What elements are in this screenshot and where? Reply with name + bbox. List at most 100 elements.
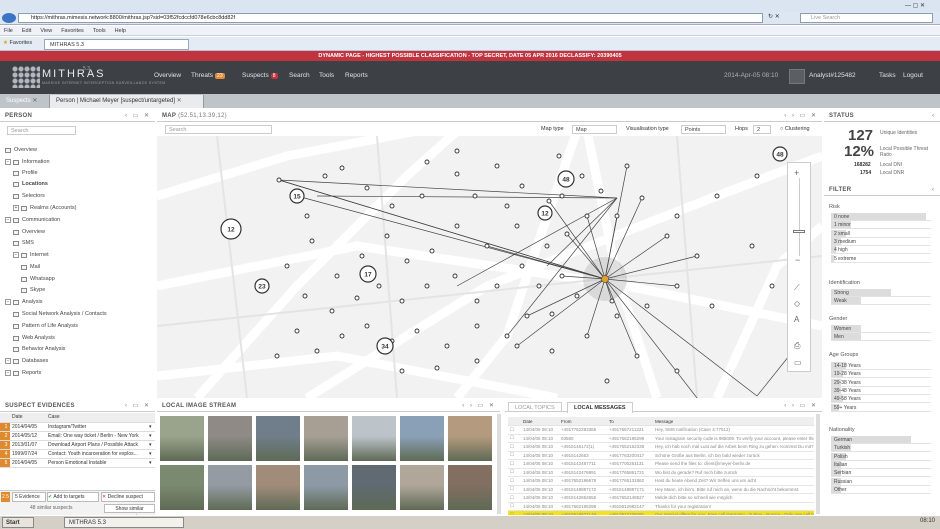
menu-edit[interactable]: Edit	[22, 28, 31, 34]
nav-tools[interactable]: Tools	[319, 72, 334, 79]
map-point[interactable]	[444, 343, 450, 349]
row-checkbox[interactable]: ☐	[508, 425, 521, 435]
map-point[interactable]	[536, 283, 542, 289]
tree-item[interactable]: Selectors	[13, 192, 45, 200]
panel-controls[interactable]: ‹ › ▭ ✕	[784, 400, 818, 412]
map-point[interactable]	[454, 148, 460, 154]
map-point[interactable]	[584, 213, 590, 219]
show-similar-button[interactable]: Show similar suspects	[104, 504, 155, 520]
evidence-row[interactable]: 2 2014/05/12 Email: One way ticket / Berli…	[0, 431, 155, 441]
browser-tab[interactable]: MITHRAS 5.3	[44, 39, 189, 50]
col-date[interactable]: Date	[10, 413, 46, 423]
filter-option[interactable]: 14-18 Years	[831, 362, 931, 370]
row-checkbox[interactable]: ☐	[508, 468, 521, 477]
tree-item[interactable]: Profile	[13, 169, 38, 177]
row-dropdown-icon[interactable]: ▾	[147, 431, 155, 441]
map-point[interactable]	[519, 263, 525, 269]
map-point[interactable]	[549, 348, 555, 354]
map-point[interactable]	[694, 253, 700, 259]
tree-item[interactable]: Pattern of Life Analysis	[13, 322, 78, 330]
menu-help[interactable]: Help	[115, 28, 126, 34]
map-point[interactable]	[434, 365, 440, 371]
col-from[interactable]: From	[559, 417, 607, 426]
refresh-icon[interactable]: ↻ ✕	[768, 13, 780, 20]
expand-icon[interactable]: −	[5, 159, 11, 165]
tree-item[interactable]: Mail	[21, 263, 40, 271]
col-to[interactable]: To	[607, 417, 653, 426]
message-row[interactable]: ☐ 14/04/05 08:10 +4915148887172 +4915148887…	[508, 485, 814, 494]
map-point[interactable]	[294, 328, 300, 334]
tab-person[interactable]: Person | Michael Meyer [suspect/untarget…	[50, 95, 204, 108]
zoom-out-button[interactable]: −	[795, 255, 800, 265]
tree-item[interactable]: Overview	[5, 146, 37, 154]
map-point[interactable]	[674, 368, 680, 374]
map-point[interactable]	[276, 177, 282, 183]
image-thumbnail[interactable]	[448, 465, 492, 510]
evidence-row[interactable]: 4 1999/07/24 Contact: Youth incarceration …	[0, 449, 155, 459]
row-checkbox[interactable]: ☐	[508, 451, 521, 460]
image-scrollbar[interactable]	[497, 414, 501, 514]
map-point[interactable]	[574, 293, 580, 299]
map-point[interactable]	[564, 231, 570, 237]
browser-search-input[interactable]: Live Search	[800, 13, 933, 23]
tree-item[interactable]: − Information	[5, 158, 50, 166]
panel-controls[interactable]: ‹ ▭ ✕	[125, 110, 151, 122]
map-point[interactable]	[454, 223, 460, 229]
image-thumbnail[interactable]	[352, 465, 396, 510]
map-point[interactable]	[329, 308, 335, 314]
filter-option[interactable]: 5 extreme	[831, 254, 931, 263]
panel-controls[interactable]: ‹	[932, 110, 936, 122]
map-point[interactable]	[674, 213, 680, 219]
menu-tools[interactable]: Tools	[93, 28, 106, 34]
tree-item[interactable]: Locations	[13, 180, 48, 188]
filter-option[interactable]: Weak	[831, 297, 931, 306]
map-point[interactable]	[544, 243, 550, 249]
map-point[interactable]	[334, 273, 340, 279]
tree-item[interactable]: Behavior Analysis	[13, 345, 65, 353]
filter-option[interactable]: Turkish	[831, 444, 931, 453]
tab-local-messages[interactable]: LOCAL MESSAGES	[567, 402, 633, 413]
map-point[interactable]	[714, 193, 720, 199]
map-point[interactable]	[472, 193, 478, 199]
image-thumbnail[interactable]	[400, 416, 444, 461]
tree-item[interactable]: + Realms (Accounts)	[13, 204, 76, 212]
evidence-button[interactable]: 5 Evidence	[12, 492, 46, 502]
menu-file[interactable]: File	[4, 28, 13, 34]
menu-favorites[interactable]: Favorites	[61, 28, 84, 34]
map-point[interactable]	[339, 165, 345, 171]
map-point[interactable]	[322, 173, 328, 179]
map-point[interactable]	[429, 248, 435, 254]
menu-view[interactable]: View	[40, 28, 52, 34]
message-row[interactable]: ☐ 14/04/05 08:10 +4915142487711 +4917700251…	[508, 459, 814, 469]
image-thumbnail[interactable]	[256, 465, 300, 510]
row-checkbox[interactable]: ☐	[508, 442, 521, 452]
filter-option[interactable]: 3 medium	[831, 237, 931, 246]
row-dropdown-icon[interactable]: ▾	[147, 449, 155, 459]
draw-shape-icon[interactable]: ◇	[794, 299, 800, 308]
add-to-targets-button[interactable]: ✔ Add to targets	[47, 492, 99, 502]
row-checkbox[interactable]: ☐	[508, 459, 521, 469]
decline-suspect-button[interactable]: ✕ Decline suspect	[101, 492, 155, 502]
map-point[interactable]	[634, 353, 640, 359]
map-point[interactable]	[644, 303, 650, 309]
map-point[interactable]	[519, 183, 525, 189]
row-dropdown-icon[interactable]: ▾	[147, 458, 155, 468]
map-point[interactable]	[389, 203, 395, 209]
map-point[interactable]	[399, 298, 405, 304]
message-row[interactable]: ☐ 14/04/05 08:10 +4917652196678 +4917765131…	[508, 476, 814, 486]
map-point[interactable]	[424, 283, 430, 289]
map-point[interactable]	[302, 293, 308, 299]
messages-scrollbar[interactable]	[816, 414, 820, 514]
map-point[interactable]	[614, 313, 620, 319]
filter-option[interactable]: 19-28 Years	[831, 370, 931, 379]
map-point[interactable]	[364, 185, 370, 191]
taskbar-item[interactable]: MITHRAS 5.3	[64, 517, 184, 528]
filter-option[interactable]: 39-48 Years	[831, 386, 931, 395]
message-row[interactable]: ☐ 14/04/05 08:10 +4917762283365 +4917667211…	[508, 425, 814, 435]
filter-option[interactable]: 2 small	[831, 229, 931, 238]
map-point[interactable]	[524, 313, 530, 319]
map-point[interactable]	[579, 173, 585, 179]
row-dropdown-icon[interactable]: ▾	[147, 440, 155, 450]
tree-item[interactable]: SMS	[13, 239, 34, 247]
message-row[interactable]: ☐ 14/04/05 08:10 +4915142476891 +4917765861…	[508, 468, 814, 477]
